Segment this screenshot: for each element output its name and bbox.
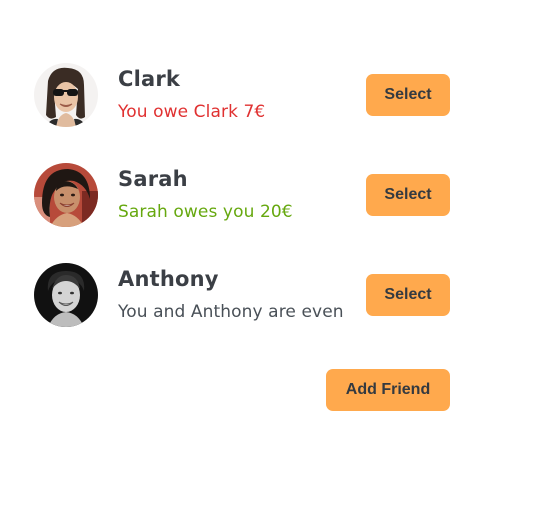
avatar — [34, 263, 98, 327]
friend-name: Clark — [118, 67, 181, 91]
anthony-avatar-image — [34, 263, 98, 327]
avatar — [34, 163, 98, 227]
friend-name: Anthony — [118, 267, 219, 291]
friend-balance: Sarah owes you 20€ — [118, 202, 293, 222]
sarah-avatar-image — [34, 163, 98, 227]
friend-item-clark: Clark You owe Clark 7€ Select — [34, 63, 454, 129]
add-friend-button[interactable]: Add Friend — [326, 369, 450, 411]
friend-name: Sarah — [118, 167, 188, 191]
select-friend-button[interactable]: Select — [366, 274, 450, 316]
friend-item-sarah: Sarah Sarah owes you 20€ Select — [34, 163, 454, 229]
avatar — [34, 63, 98, 127]
select-friend-button[interactable]: Select — [366, 174, 450, 216]
clark-avatar-image — [34, 63, 98, 127]
friend-balance: You owe Clark 7€ — [118, 102, 266, 122]
friend-balance: You and Anthony are even — [118, 302, 344, 322]
select-friend-button[interactable]: Select — [366, 74, 450, 116]
friend-item-anthony: Anthony You and Anthony are even Select — [34, 263, 454, 329]
